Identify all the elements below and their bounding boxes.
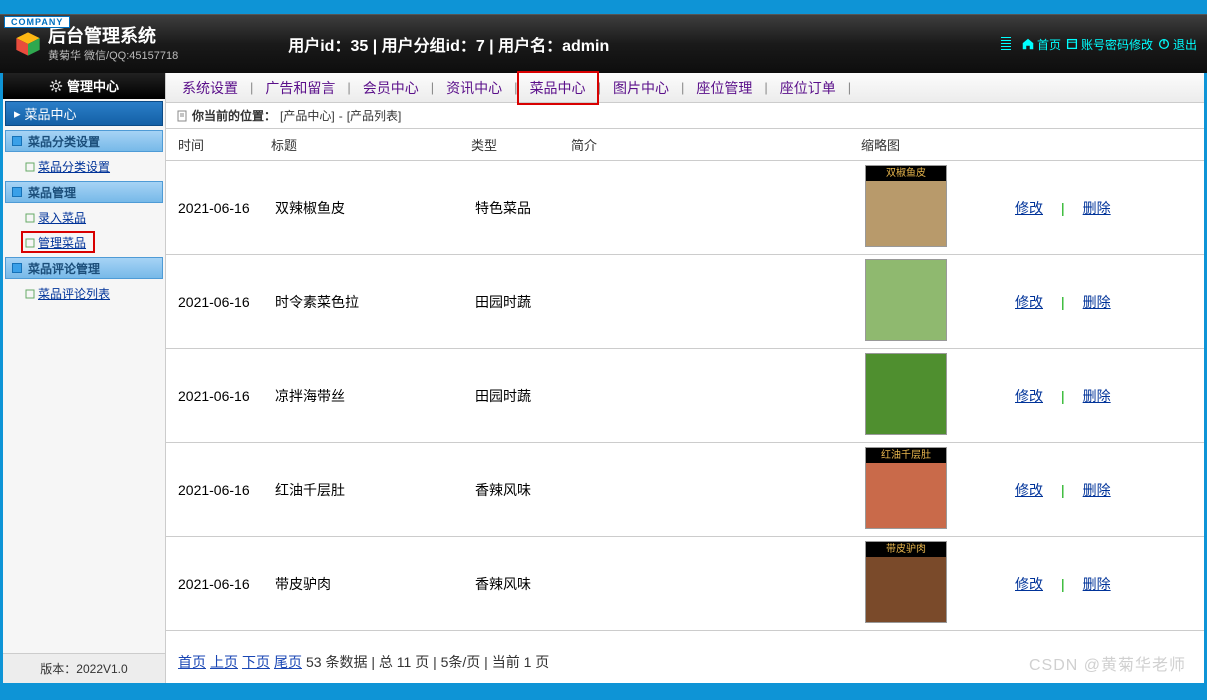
cell-thumb [861, 259, 1011, 344]
user-info-bar: 用户id：35 | 用户分组id：7 | 用户名：admin [288, 32, 609, 56]
breadcrumb: 你当前的位置： [产品中心]-[产品列表] [166, 103, 1204, 129]
col-intro-h: 简介 [571, 135, 861, 154]
sidebar-item-1-0[interactable]: 录入菜品 [3, 205, 165, 230]
cell-title: 双辣椒鱼皮 [271, 198, 471, 218]
cell-date: 2021-06-16 [166, 200, 271, 216]
account-modify-link[interactable]: 账号密码修改 [1065, 36, 1153, 53]
cell-thumb [861, 353, 1011, 438]
breadcrumb-page: [产品列表] [347, 107, 402, 124]
table-row: 2021-06-16带皮驴肉香辣风味带皮驴肉修改|删除 [166, 537, 1204, 631]
pager-prev[interactable]: 上页 [210, 652, 238, 672]
cell-title: 带皮驴肉 [271, 574, 471, 594]
menu-icon[interactable] [1001, 37, 1011, 51]
cell-type: 香辣风味 [471, 480, 571, 500]
cell-date: 2021-06-16 [166, 576, 271, 592]
cell-date: 2021-06-16 [166, 482, 271, 498]
sidebar-current[interactable]: ▸菜品中心 [5, 101, 163, 126]
delete-link[interactable]: 删除 [1083, 294, 1111, 310]
cell-title: 时令素菜色拉 [271, 292, 471, 312]
logout-label: 退出 [1173, 36, 1197, 53]
home-link[interactable]: 首页 [1021, 36, 1061, 53]
edit-link[interactable]: 修改 [1015, 482, 1043, 498]
cell-thumb: 带皮驴肉 [861, 541, 1011, 626]
table-row: 2021-06-16双辣椒鱼皮特色菜品双椒鱼皮修改|删除 [166, 161, 1204, 255]
pager-next[interactable]: 下页 [242, 652, 270, 672]
logout-link[interactable]: 退出 [1157, 36, 1197, 53]
edit-link[interactable]: 修改 [1015, 576, 1043, 592]
cell-type: 特色菜品 [471, 198, 571, 218]
cell-title: 凉拌海带丝 [271, 386, 471, 406]
col-title-h: 标题 [271, 135, 471, 154]
col-thumb-h: 缩略图 [861, 135, 1011, 154]
account-modify-label: 账号密码修改 [1081, 36, 1153, 53]
tab-7[interactable]: 座位订单 [770, 73, 846, 103]
sidebar-group-0[interactable]: 菜品分类设置 [5, 130, 163, 152]
sidebar-head-label: 管理中心 [67, 76, 119, 95]
delete-link[interactable]: 删除 [1083, 200, 1111, 216]
cell-type: 田园时蔬 [471, 386, 571, 406]
tab-3[interactable]: 资讯中心 [436, 73, 512, 103]
col-date-h: 时间 [166, 135, 271, 154]
grid-header: 时间 标题 类型 简介 缩略图 [166, 129, 1204, 161]
sidebar-current-label: 菜品中心 [25, 104, 77, 123]
pager: 首页 上页 下页 尾页 53 条数据 | 总 11 页 | 5条/页 | 当前 … [166, 645, 549, 679]
cell-type: 田园时蔬 [471, 292, 571, 312]
cell-date: 2021-06-16 [166, 294, 271, 310]
sidebar-item-2-0[interactable]: 菜品评论列表 [3, 281, 165, 306]
company-tag: COMPANY [4, 16, 70, 28]
tab-2[interactable]: 会员中心 [353, 73, 429, 103]
tab-4[interactable]: 菜品中心 [520, 73, 596, 103]
delete-link[interactable]: 删除 [1083, 388, 1111, 404]
sidebar: 管理中心 ▸菜品中心 菜品分类设置菜品分类设置菜品管理录入菜品管理菜品菜品评论管… [3, 73, 166, 683]
header-bar: 后台管理系统 黄菊华 微信/QQ:45157718 用户id：35 | 用户分组… [0, 14, 1207, 73]
cell-type: 香辣风味 [471, 574, 571, 594]
tab-1[interactable]: 广告和留言 [255, 73, 345, 103]
home-label: 首页 [1037, 36, 1061, 53]
app-title: 后台管理系统 [48, 26, 178, 46]
edit-link[interactable]: 修改 [1015, 200, 1043, 216]
delete-link[interactable]: 删除 [1083, 482, 1111, 498]
cell-title: 红油千层肚 [271, 480, 471, 500]
gear-icon [49, 79, 63, 93]
cell-thumb: 双椒鱼皮 [861, 165, 1011, 250]
sidebar-item-1-1[interactable]: 管理菜品 [3, 230, 165, 255]
edit-link[interactable]: 修改 [1015, 388, 1043, 404]
pager-info: 53 条数据 | 总 11 页 | 5条/页 | 当前 1 页 [306, 652, 549, 672]
delete-link[interactable]: 删除 [1083, 576, 1111, 592]
data-grid: 时间 标题 类型 简介 缩略图 2021-06-16双辣椒鱼皮特色菜品双椒鱼皮修… [166, 129, 1204, 683]
pager-first[interactable]: 首页 [178, 652, 206, 672]
top-tabs: 系统设置|广告和留言|会员中心|资讯中心|菜品中心|图片中心|座位管理|座位订单… [166, 73, 1204, 103]
cell-thumb: 红油千层肚 [861, 447, 1011, 532]
tab-0[interactable]: 系统设置 [172, 73, 248, 103]
sidebar-group-2[interactable]: 菜品评论管理 [5, 257, 163, 279]
edit-link[interactable]: 修改 [1015, 294, 1043, 310]
cell-date: 2021-06-16 [166, 388, 271, 404]
col-type-h: 类型 [471, 135, 571, 154]
sidebar-item-0-0[interactable]: 菜品分类设置 [3, 154, 165, 179]
tab-6[interactable]: 座位管理 [686, 73, 762, 103]
table-row: 2021-06-16时令素菜色拉田园时蔬修改|删除 [166, 255, 1204, 349]
breadcrumb-module: [产品中心] [280, 107, 335, 124]
version-label: 版本：2022V1.0 [3, 653, 165, 683]
app-subtitle: 黄菊华 微信/QQ:45157718 [48, 47, 178, 63]
breadcrumb-label: 你当前的位置： [192, 107, 276, 124]
logo-icon [14, 30, 42, 58]
sidebar-group-1[interactable]: 菜品管理 [5, 181, 163, 203]
table-row: 2021-06-16红油千层肚香辣风味红油千层肚修改|删除 [166, 443, 1204, 537]
pager-last[interactable]: 尾页 [274, 652, 302, 672]
sidebar-head: 管理中心 [3, 73, 165, 99]
tab-5[interactable]: 图片中心 [603, 73, 679, 103]
table-row: 2021-06-16凉拌海带丝田园时蔬修改|删除 [166, 349, 1204, 443]
doc-icon [176, 110, 188, 122]
